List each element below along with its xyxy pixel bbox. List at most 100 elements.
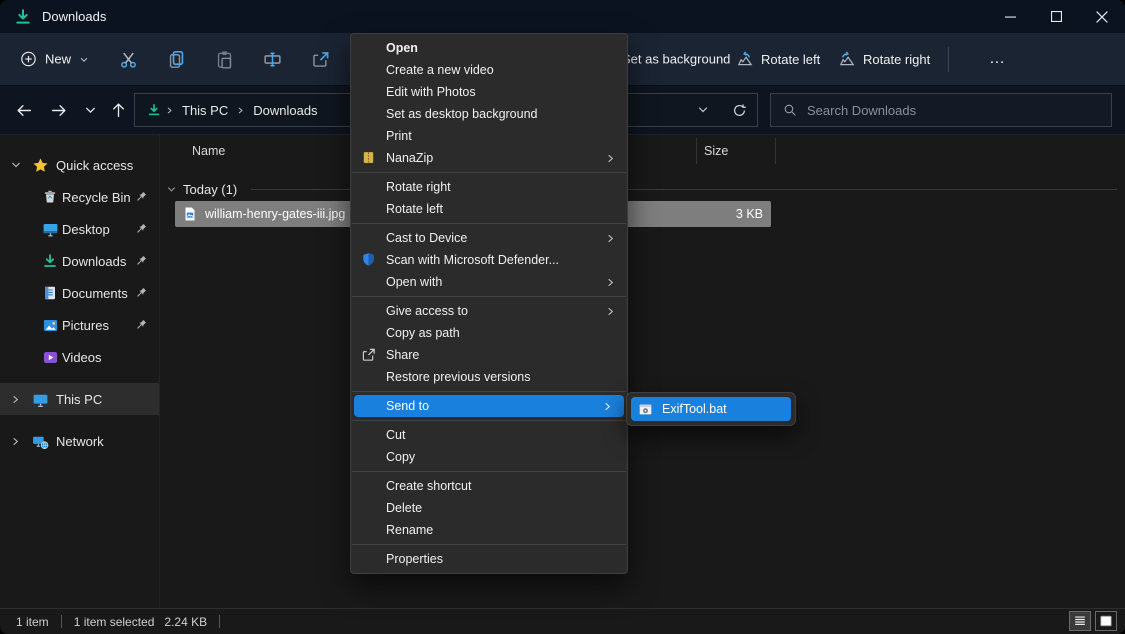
downloads-icon xyxy=(42,253,59,270)
cut-button[interactable] xyxy=(117,48,139,70)
context-menu-item-scan-with-microsoft-defender[interactable]: Scan with Microsoft Defender... xyxy=(351,249,627,271)
breadcrumb-downloads[interactable]: Downloads xyxy=(249,103,321,118)
context-menu-item-cut[interactable]: Cut xyxy=(351,424,627,446)
minimize-button[interactable] xyxy=(987,0,1033,33)
context-menu-item-create-shortcut[interactable]: Create shortcut xyxy=(351,475,627,497)
context-menu-item-copy-as-path[interactable]: Copy as path xyxy=(351,322,627,344)
context-menu-item-cast-to-device[interactable]: Cast to Device xyxy=(351,227,627,249)
column-header-size[interactable]: Size xyxy=(704,144,728,158)
chevron-right-icon[interactable] xyxy=(10,436,24,447)
column-divider[interactable] xyxy=(696,138,697,164)
breadcrumb-this-pc[interactable]: This PC xyxy=(178,103,232,118)
up-button[interactable] xyxy=(104,96,132,124)
context-menu-item-edit-with-photos[interactable]: Edit with Photos xyxy=(351,81,627,103)
sidebar-item-recycle-bin[interactable]: Recycle Bin xyxy=(0,181,159,213)
context-menu-item-nanazip[interactable]: NanaZip xyxy=(351,147,627,169)
thumbnail-view-button[interactable] xyxy=(1095,611,1117,631)
maximize-button[interactable] xyxy=(1033,0,1079,33)
paste-button[interactable] xyxy=(213,48,235,70)
downloads-folder-icon xyxy=(147,103,161,117)
batch-file-icon xyxy=(638,402,653,417)
submenu-arrow-icon xyxy=(602,401,613,412)
context-menu-item-set-as-desktop-background[interactable]: Set as desktop background xyxy=(351,103,627,125)
rotate-left-label: Rotate left xyxy=(761,52,820,67)
refresh-button[interactable] xyxy=(721,94,757,126)
see-more-button[interactable]: … xyxy=(978,50,1018,68)
share-button[interactable] xyxy=(309,48,331,70)
sidebar-item-network[interactable]: Network xyxy=(0,425,159,457)
context-menu-item-rotate-right[interactable]: Rotate right xyxy=(351,176,627,198)
context-menu-item-print[interactable]: Print xyxy=(351,125,627,147)
title-bar: Downloads xyxy=(0,0,1125,33)
chevron-right-icon[interactable] xyxy=(10,394,24,405)
context-menu-item-rotate-left[interactable]: Rotate left xyxy=(351,198,627,220)
sidebar-item-label: Recycle Bin xyxy=(62,190,131,205)
context-menu-item-open-with[interactable]: Open with xyxy=(351,271,627,293)
menu-separator xyxy=(352,391,626,392)
context-menu-item-rename[interactable]: Rename xyxy=(351,519,627,541)
image-file-icon xyxy=(182,206,198,222)
recent-locations-button[interactable] xyxy=(76,96,104,124)
sidebar-item-documents[interactable]: Documents xyxy=(0,277,159,309)
details-view-icon xyxy=(1073,614,1087,628)
menu-separator xyxy=(352,223,626,224)
desktop-icon xyxy=(42,221,59,238)
selection-count: 1 item selected xyxy=(74,615,155,629)
file-list: Name Size Today (1) william-henry-gates-… xyxy=(160,135,1125,608)
search-icon xyxy=(783,103,797,117)
share-icon xyxy=(361,347,377,363)
menu-separator xyxy=(352,420,626,421)
submenu-item-exiftool-bat[interactable]: ExifTool.bat xyxy=(631,397,791,421)
context-menu-item-delete[interactable]: Delete xyxy=(351,497,627,519)
thumbnail-view-icon xyxy=(1099,614,1113,628)
sidebar-item-quick-access[interactable]: Quick access xyxy=(0,149,159,181)
rotate-right-label: Rotate right xyxy=(863,52,930,67)
address-dropdown-button[interactable] xyxy=(685,94,721,126)
search-box[interactable] xyxy=(770,93,1112,127)
rotate-right-button[interactable]: Rotate right xyxy=(838,50,930,68)
menu-separator xyxy=(352,544,626,545)
defender-shield-icon xyxy=(361,252,377,268)
column-header-name[interactable]: Name xyxy=(192,144,225,158)
context-menu-item-copy[interactable]: Copy xyxy=(351,446,627,468)
forward-button[interactable] xyxy=(44,96,72,124)
toolbar-divider xyxy=(948,47,949,72)
copy-button[interactable] xyxy=(165,48,187,70)
rotate-left-icon xyxy=(736,50,754,68)
context-menu-item-give-access-to[interactable]: Give access to xyxy=(351,300,627,322)
status-bar: 1 item 1 item selected 2.24 KB xyxy=(0,608,1125,634)
documents-icon xyxy=(42,285,59,302)
close-button[interactable] xyxy=(1079,0,1125,33)
context-menu-item-restore-previous-versions[interactable]: Restore previous versions xyxy=(351,366,627,388)
sidebar-item-label: Network xyxy=(56,434,104,449)
chevron-down-icon xyxy=(79,54,89,64)
rename-button[interactable] xyxy=(261,48,283,70)
context-menu-item-send-to[interactable]: Send to xyxy=(354,395,624,417)
sidebar-item-desktop[interactable]: Desktop xyxy=(0,213,159,245)
status-divider xyxy=(219,615,220,628)
sidebar-item-this-pc[interactable]: This PC xyxy=(0,383,159,415)
sidebar-item-label: Desktop xyxy=(62,222,110,237)
back-button[interactable] xyxy=(10,96,38,124)
group-header-today[interactable]: Today (1) xyxy=(160,177,1117,201)
sidebar-item-pictures[interactable]: Pictures xyxy=(0,309,159,341)
new-button[interactable]: New xyxy=(20,51,89,68)
chevron-down-icon[interactable] xyxy=(166,184,177,195)
item-count: 1 item xyxy=(16,615,49,629)
context-menu-item-share[interactable]: Share xyxy=(351,344,627,366)
chevron-down-icon xyxy=(84,104,97,117)
new-button-label: New xyxy=(45,52,71,67)
sidebar-item-videos[interactable]: Videos xyxy=(0,341,159,373)
column-divider[interactable] xyxy=(775,138,776,164)
chevron-down-icon[interactable] xyxy=(10,159,24,171)
context-menu-item-create-a-new-video[interactable]: Create a new video xyxy=(351,59,627,81)
search-input[interactable] xyxy=(807,103,1067,118)
details-view-button[interactable] xyxy=(1069,611,1091,631)
menu-separator xyxy=(352,296,626,297)
pin-icon xyxy=(134,222,149,237)
sidebar-item-downloads[interactable]: Downloads xyxy=(0,245,159,277)
context-menu-item-open[interactable]: Open xyxy=(351,37,627,59)
rotate-left-button[interactable]: Rotate left xyxy=(736,50,820,68)
context-menu-item-properties[interactable]: Properties xyxy=(351,548,627,570)
sidebar-item-label: Pictures xyxy=(62,318,109,333)
